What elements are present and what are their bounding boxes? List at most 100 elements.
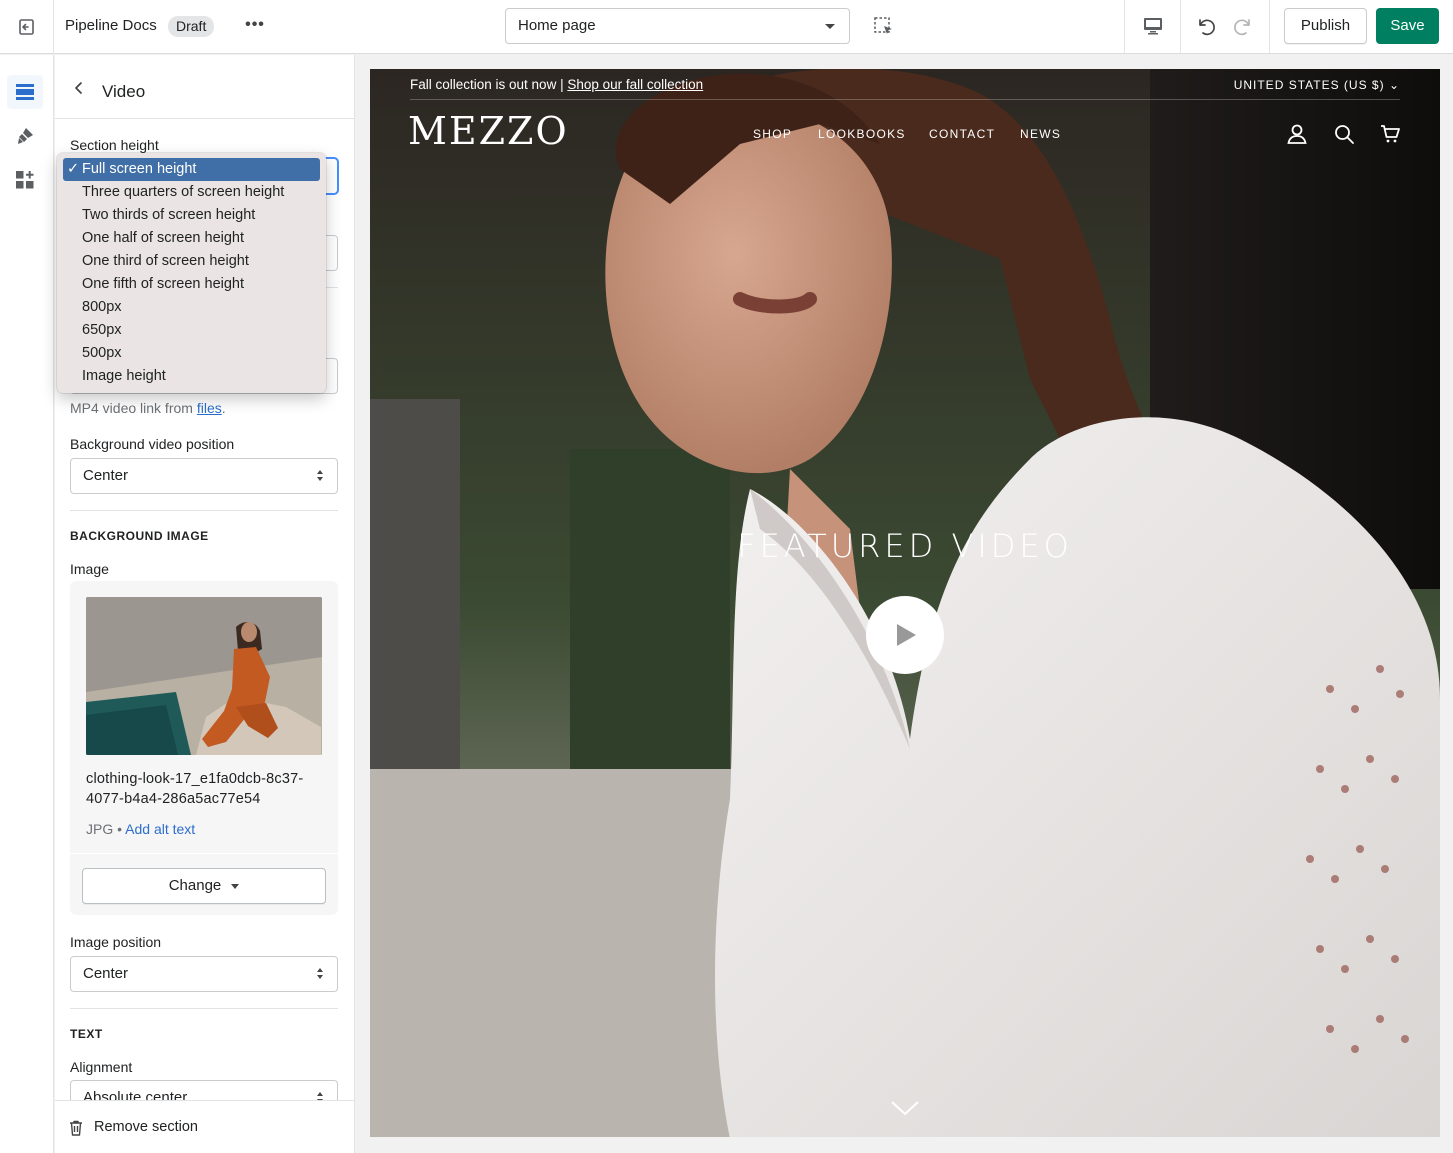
- bg-video-position-select[interactable]: Center: [70, 458, 338, 494]
- save-button[interactable]: Save: [1376, 8, 1439, 44]
- apps-tab[interactable]: [7, 163, 43, 197]
- change-label: Change: [168, 877, 222, 894]
- account-icon[interactable]: [1286, 123, 1308, 145]
- option-label: One third of screen height: [82, 253, 249, 269]
- cart-icon[interactable]: [1379, 123, 1401, 145]
- dropdown-option[interactable]: Image height: [63, 365, 320, 388]
- dropdown-option[interactable]: 500px: [63, 342, 320, 365]
- chevron-down-icon[interactable]: [890, 1099, 920, 1117]
- nav-shop[interactable]: SHOP: [753, 127, 792, 141]
- remove-section-button[interactable]: Remove section: [55, 1100, 354, 1153]
- option-label: One fifth of screen height: [82, 276, 245, 292]
- dropdown-option[interactable]: One fifth of screen height: [63, 273, 320, 296]
- image-position-select[interactable]: Center: [70, 956, 338, 992]
- nav-lookbooks[interactable]: LOOKBOOKS: [818, 127, 906, 141]
- panel-title: Video: [102, 82, 146, 101]
- region-label: UNITED STATES (US $): [1233, 78, 1385, 92]
- sections-tab[interactable]: [7, 75, 43, 109]
- paintbrush-icon: [18, 128, 33, 144]
- change-image-button[interactable]: Change: [82, 868, 326, 904]
- divider: [70, 1008, 338, 1009]
- add-alt-text-link[interactable]: Add alt text: [125, 821, 195, 837]
- announcement-link[interactable]: Shop our fall collection: [567, 77, 703, 92]
- image-position-label: Image position: [70, 934, 162, 950]
- left-rail: [0, 55, 54, 1153]
- dropdown-option[interactable]: One half of screen height: [63, 227, 320, 250]
- option-label: 500px: [82, 345, 122, 361]
- divider: [70, 510, 338, 511]
- more-actions-button[interactable]: •••: [240, 12, 270, 40]
- image-thumbnail[interactable]: [86, 597, 322, 755]
- alignment-label: Alignment: [70, 1059, 133, 1075]
- exit-button[interactable]: [0, 0, 54, 54]
- image-type: JPG: [86, 821, 114, 837]
- exit-icon: [18, 19, 34, 35]
- redo-icon: [1234, 19, 1250, 36]
- nav-news[interactable]: NEWS: [1020, 127, 1061, 141]
- store-name: Pipeline Docs: [65, 17, 157, 34]
- dropdown-option[interactable]: 800px: [63, 296, 320, 319]
- panel-header: Video: [55, 55, 354, 119]
- section-height-dropdown: ✓ Full screen height Three quarters of sc…: [57, 153, 326, 393]
- back-arrow-icon[interactable]: [71, 80, 87, 96]
- dropdown-option[interactable]: Two thirds of screen height: [63, 204, 320, 227]
- option-label: Full screen height: [82, 161, 197, 177]
- theme-settings-tab[interactable]: [7, 119, 43, 153]
- dropdown-option[interactable]: 650px: [63, 319, 320, 342]
- text-heading: TEXT: [70, 1027, 103, 1041]
- image-meta: JPG • Add alt text: [86, 821, 195, 837]
- status-badge: Draft: [168, 16, 215, 37]
- select-arrows-icon: [317, 470, 325, 482]
- remove-section-label: Remove section: [94, 1119, 198, 1135]
- meta-separator: •: [113, 821, 126, 837]
- divider: [410, 99, 1400, 100]
- image-file-name: clothing-look-17_e1fa0dcb-8c37-4077-b4a4…: [86, 771, 304, 807]
- featured-video-heading: FEATURED VIDEO: [737, 527, 1073, 565]
- region-selector[interactable]: UNITED STATES (US $) ⌄: [1234, 78, 1400, 92]
- dropdown-option[interactable]: ✓ Full screen height: [63, 158, 320, 181]
- announcement-bar: Fall collection is out now | Shop our fa…: [410, 77, 703, 92]
- divider: [70, 853, 338, 854]
- background-image-heading: BACKGROUND IMAGE: [70, 529, 209, 543]
- top-bar: Pipeline Docs Draft ••• Home page Publis…: [0, 0, 1453, 54]
- announcement-text: Fall collection is out now |: [410, 77, 568, 92]
- dropdown-option[interactable]: Three quarters of screen height: [63, 181, 320, 204]
- hint-period: .: [221, 400, 226, 416]
- caret-down-icon: [231, 883, 240, 889]
- separator: [1269, 0, 1270, 54]
- page-selector[interactable]: Home page: [505, 8, 850, 44]
- option-label: 800px: [82, 299, 122, 315]
- hint-text: MP4 video link from: [70, 400, 197, 416]
- search-icon[interactable]: [1333, 123, 1355, 145]
- nav-contact[interactable]: CONTACT: [929, 127, 995, 141]
- thumbnail-image: [86, 597, 322, 755]
- chevron-down-icon: ⌄: [1388, 78, 1400, 92]
- play-button[interactable]: [866, 596, 944, 674]
- bg-video-position-label: Background video position: [70, 436, 235, 452]
- undo-icon: [1199, 19, 1215, 36]
- image-position-value: Center: [83, 965, 129, 982]
- option-label: Image height: [82, 368, 166, 384]
- device-toggle-button[interactable]: [1138, 10, 1168, 42]
- files-link[interactable]: files: [197, 400, 222, 416]
- store-logo[interactable]: MEZZO: [408, 109, 569, 153]
- checkmark-icon: ✓: [67, 161, 80, 177]
- option-label: One half of screen height: [82, 230, 245, 246]
- page-selector-value: Home page: [518, 17, 596, 34]
- redo-button[interactable]: [1228, 12, 1258, 42]
- bg-video-position-value: Center: [83, 467, 129, 484]
- dropdown-option[interactable]: One third of screen height: [63, 250, 320, 273]
- undo-button[interactable]: [1191, 12, 1221, 42]
- caret-down-icon: [825, 24, 835, 29]
- option-label: 650px: [82, 322, 122, 338]
- video-link-hint: MP4 video link from files.: [70, 400, 226, 416]
- select-arrows-icon: [317, 968, 325, 980]
- image-label: Image: [70, 561, 109, 577]
- apps-icon: [16, 171, 34, 189]
- inspector-icon: [874, 17, 892, 34]
- store-preview[interactable]: Fall collection is out now | Shop our fa…: [370, 69, 1440, 1137]
- desktop-icon: [1144, 18, 1162, 35]
- publish-button[interactable]: Publish: [1284, 8, 1367, 44]
- option-label: Two thirds of screen height: [82, 207, 256, 223]
- inspector-button[interactable]: [870, 13, 898, 41]
